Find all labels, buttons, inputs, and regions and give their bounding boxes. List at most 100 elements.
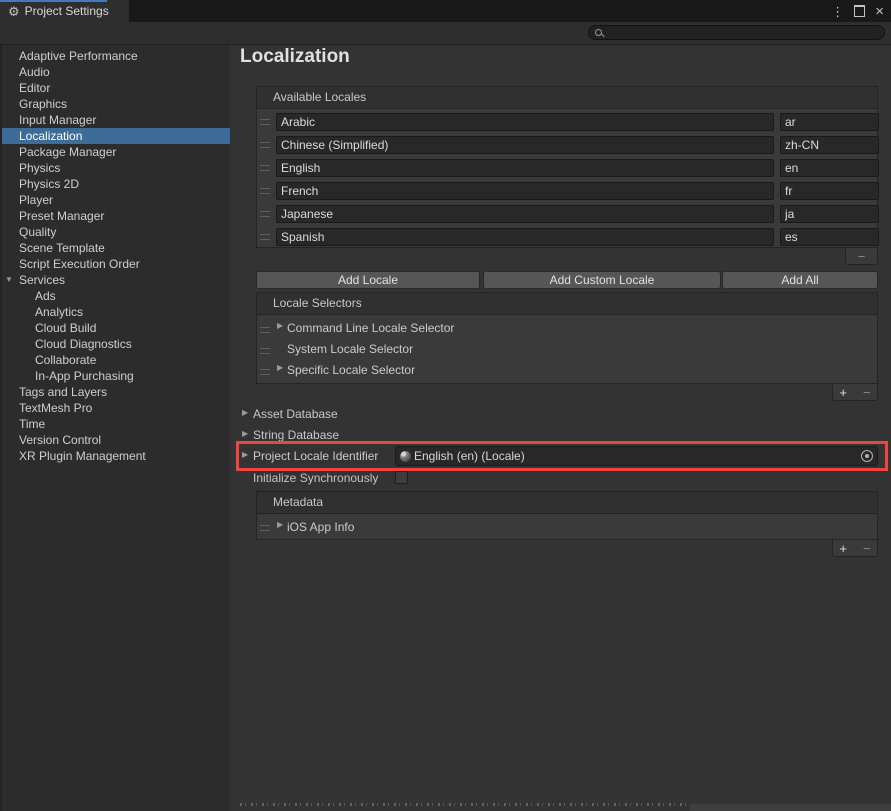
locale-code-field[interactable] [780, 182, 879, 200]
sidebar-item-time[interactable]: Time [2, 416, 230, 432]
sidebar-item-label: Quality [19, 225, 56, 239]
drag-handle-icon[interactable] [260, 211, 270, 217]
locale-selector-label: Command Line Locale Selector [287, 318, 454, 339]
horizontal-scrollbar-thumb[interactable] [690, 804, 891, 811]
drag-handle-icon[interactable] [260, 348, 270, 354]
menu-icon[interactable]: ⋮ [831, 5, 844, 18]
add-locale-button[interactable]: Add Locale [256, 271, 480, 289]
locale-name-field[interactable] [276, 228, 774, 246]
foldout-collapsed-icon[interactable]: ▶ [242, 450, 248, 459]
foldout-collapsed-icon[interactable]: ▶ [277, 363, 283, 372]
sidebar-item-player[interactable]: Player [2, 192, 230, 208]
sidebar-item-label: Localization [19, 129, 82, 143]
sidebar-item-textmesh-pro[interactable]: TextMesh Pro [2, 400, 230, 416]
add-selector-button[interactable]: + [839, 386, 847, 399]
sidebar-item-ads[interactable]: Ads [2, 288, 230, 304]
sidebar-item-preset-manager[interactable]: Preset Manager [2, 208, 230, 224]
locale-name-field[interactable] [276, 205, 774, 223]
drag-handle-icon[interactable] [260, 119, 270, 125]
remove-metadata-button[interactable]: − [863, 542, 871, 555]
foldout-collapsed-icon[interactable]: ▶ [242, 429, 248, 438]
foldout-collapsed-icon[interactable]: ▶ [242, 408, 248, 417]
sidebar-item-audio[interactable]: Audio [2, 64, 230, 80]
drag-handle-icon[interactable] [260, 525, 270, 531]
locale-selector-row-system-locale-selector[interactable]: System Locale Selector [257, 339, 877, 360]
metadata-row-ios-app-info[interactable]: ▶iOS App Info [257, 516, 877, 538]
initialize-synchronously-checkbox[interactable] [395, 471, 408, 484]
tab-project-settings[interactable]: ⚙ Project Settings [0, 0, 129, 22]
locale-selector-row-command-line-locale-selector[interactable]: ▶ Command Line Locale Selector [257, 318, 877, 339]
drag-handle-icon[interactable] [260, 234, 270, 240]
locale-name-field[interactable] [276, 136, 774, 154]
sidebar-item-quality[interactable]: Quality [2, 224, 230, 240]
search-icon [595, 29, 602, 36]
sidebar-item-physics[interactable]: Physics [2, 160, 230, 176]
drag-handle-icon[interactable] [260, 369, 270, 375]
metadata-footer: + − [832, 540, 878, 557]
locale-name-field[interactable] [276, 113, 774, 131]
project-locale-object-field[interactable]: English (en) (Locale) [395, 446, 878, 466]
project-settings-window: ⚙ Project Settings ⋮ × Adaptive Performa… [0, 0, 891, 811]
sidebar-item-scene-template[interactable]: Scene Template [2, 240, 230, 256]
sidebar-item-editor[interactable]: Editor [2, 80, 230, 96]
add-metadata-button[interactable]: + [839, 542, 847, 555]
sidebar-item-cloud-build[interactable]: Cloud Build [2, 320, 230, 336]
sidebar-item-cloud-diagnostics[interactable]: Cloud Diagnostics [2, 336, 230, 352]
sidebar-item-adaptive-performance[interactable]: Adaptive Performance [2, 48, 230, 64]
sidebar-item-script-execution-order[interactable]: Script Execution Order [2, 256, 230, 272]
drag-handle-icon[interactable] [260, 142, 270, 148]
sidebar-item-collaborate[interactable]: Collaborate [2, 352, 230, 368]
add-custom-locale-button[interactable]: Add Custom Locale [483, 271, 721, 289]
drag-handle-icon[interactable] [260, 188, 270, 194]
foldout-collapsed-icon[interactable]: ▶ [277, 520, 283, 529]
object-picker-icon[interactable] [861, 450, 873, 462]
locale-code-field[interactable] [780, 136, 879, 154]
locale-selector-label: Specific Locale Selector [287, 360, 415, 381]
metadata-header: Metadata [257, 492, 877, 514]
remove-selector-button[interactable]: − [863, 386, 871, 399]
drag-handle-icon[interactable] [260, 165, 270, 171]
foldout-expanded-icon[interactable]: ▼ [5, 272, 13, 288]
sidebar-item-label: Tags and Layers [19, 385, 107, 399]
string-database-foldout[interactable]: ▶ String Database [230, 427, 630, 443]
sidebar-item-package-manager[interactable]: Package Manager [2, 144, 230, 160]
sidebar-item-graphics[interactable]: Graphics [2, 96, 230, 112]
sidebar-item-version-control[interactable]: Version Control [2, 432, 230, 448]
locale-selector-row-specific-locale-selector[interactable]: ▶ Specific Locale Selector [257, 360, 877, 381]
add-all-button[interactable]: Add All [722, 271, 878, 289]
close-icon[interactable]: × [875, 4, 884, 19]
clipped-text-artifact [240, 803, 690, 806]
search-input[interactable] [605, 26, 881, 41]
sidebar-item-label: XR Plugin Management [19, 449, 146, 463]
remove-locale-button[interactable]: − [858, 250, 866, 263]
sidebar-item-label: Collaborate [35, 353, 96, 367]
drag-handle-icon[interactable] [260, 327, 270, 333]
asset-database-foldout[interactable]: ▶ Asset Database [230, 406, 630, 422]
foldout-collapsed-icon[interactable]: ▶ [277, 321, 283, 330]
sidebar-item-services[interactable]: ▼Services [2, 272, 230, 288]
sidebar-item-label: Editor [19, 81, 50, 95]
sidebar-item-xr-plugin-management[interactable]: XR Plugin Management [2, 448, 230, 464]
sidebar-item-tags-and-layers[interactable]: Tags and Layers [2, 384, 230, 400]
sidebar-item-in-app-purchasing[interactable]: In-App Purchasing [2, 368, 230, 384]
search-box[interactable] [588, 25, 885, 40]
locale-name-field[interactable] [276, 182, 774, 200]
sidebar-item-physics-2d[interactable]: Physics 2D [2, 176, 230, 192]
sidebar-item-label: Scene Template [19, 241, 105, 255]
locale-selectors-box: Locale Selectors ▶Command Line Locale Se… [256, 292, 878, 384]
available-locales-footer: − [845, 248, 878, 265]
locale-code-field[interactable] [780, 205, 879, 223]
sidebar-item-input-manager[interactable]: Input Manager [2, 112, 230, 128]
locale-code-field[interactable] [780, 228, 879, 246]
locale-code-field[interactable] [780, 113, 879, 131]
asset-database-label: Asset Database [253, 406, 338, 422]
metadata-box: Metadata ▶iOS App Info [256, 491, 878, 540]
sidebar-item-label: Script Execution Order [19, 257, 140, 271]
sidebar-item-localization[interactable]: Localization [2, 128, 230, 144]
locale-name-field[interactable] [276, 159, 774, 177]
sidebar-item-label: Preset Manager [19, 209, 104, 223]
locale-row [257, 159, 877, 177]
sidebar-item-analytics[interactable]: Analytics [2, 304, 230, 320]
maximize-icon[interactable] [854, 5, 865, 17]
locale-code-field[interactable] [780, 159, 879, 177]
